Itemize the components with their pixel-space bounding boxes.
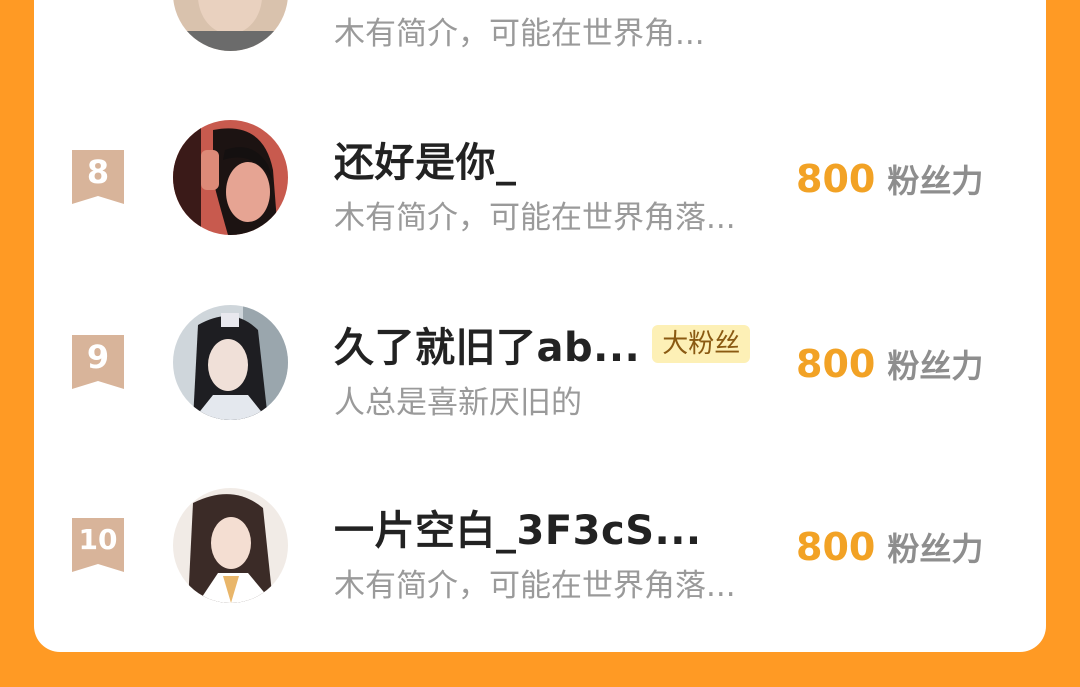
rank-badge: 10 — [72, 518, 124, 572]
fan-power-value: 800 — [796, 525, 876, 569]
user-name[interactable]: 久了就旧了ab... — [334, 315, 640, 373]
fan-power-unit: 粉丝力 — [887, 347, 984, 385]
fan-power-value: 800 — [796, 157, 876, 201]
rank-badge: 8 — [72, 150, 124, 204]
rank-number: 10 — [78, 523, 118, 556]
avatar[interactable] — [173, 488, 288, 603]
avatar[interactable] — [173, 120, 288, 235]
user-name-line: 一片空白_3F3cS... — [334, 502, 702, 554]
fan-power: 800 粉丝力 — [796, 156, 983, 202]
fan-power-unit: 粉丝力 — [887, 530, 984, 568]
rank-badge: 9 — [72, 335, 124, 389]
user-description: 木有简介，可能在世界角落... — [334, 200, 736, 236]
list-item-9[interactable]: 9 久了就旧了ab... 大粉丝 人总是喜新厌旧的 800 粉丝力 — [34, 285, 1046, 421]
user-description: 人总是喜新厌旧的 — [334, 385, 582, 421]
fan-power: 800 粉丝力 — [796, 524, 983, 570]
list-item-10[interactable]: 10 一片空白_3F3cS... 木有简介，可能在世界角落... 800 粉丝力 — [34, 468, 1046, 604]
leaderboard-card: 木有简介，可能在世界角... 8 还好是你_ 木有简介，可能在世界角落... 8… — [34, 0, 1046, 652]
user-name[interactable]: 还好是你_ — [334, 130, 517, 188]
user-name-line: 久了就旧了ab... 大粉丝 — [334, 319, 751, 371]
fan-power-unit: 粉丝力 — [887, 162, 984, 200]
list-item-8[interactable]: 8 还好是你_ 木有简介，可能在世界角落... 800 粉丝力 — [34, 100, 1046, 236]
user-name[interactable]: 一片空白_3F3cS... — [334, 498, 702, 556]
fan-power-value: 800 — [796, 342, 876, 386]
list-item-7[interactable]: 木有简介，可能在世界角... — [34, 0, 1046, 52]
user-name-line: 还好是你_ — [334, 134, 517, 186]
fan-power: 800 粉丝力 — [796, 341, 983, 387]
avatar[interactable] — [173, 305, 288, 420]
avatar[interactable] — [173, 0, 288, 51]
user-description: 木有简介，可能在世界角... — [334, 16, 705, 52]
rank-number: 8 — [86, 153, 110, 191]
rank-number: 9 — [86, 338, 110, 376]
fan-level-badge: 大粉丝 — [652, 325, 751, 363]
user-description: 木有简介，可能在世界角落... — [334, 568, 736, 604]
